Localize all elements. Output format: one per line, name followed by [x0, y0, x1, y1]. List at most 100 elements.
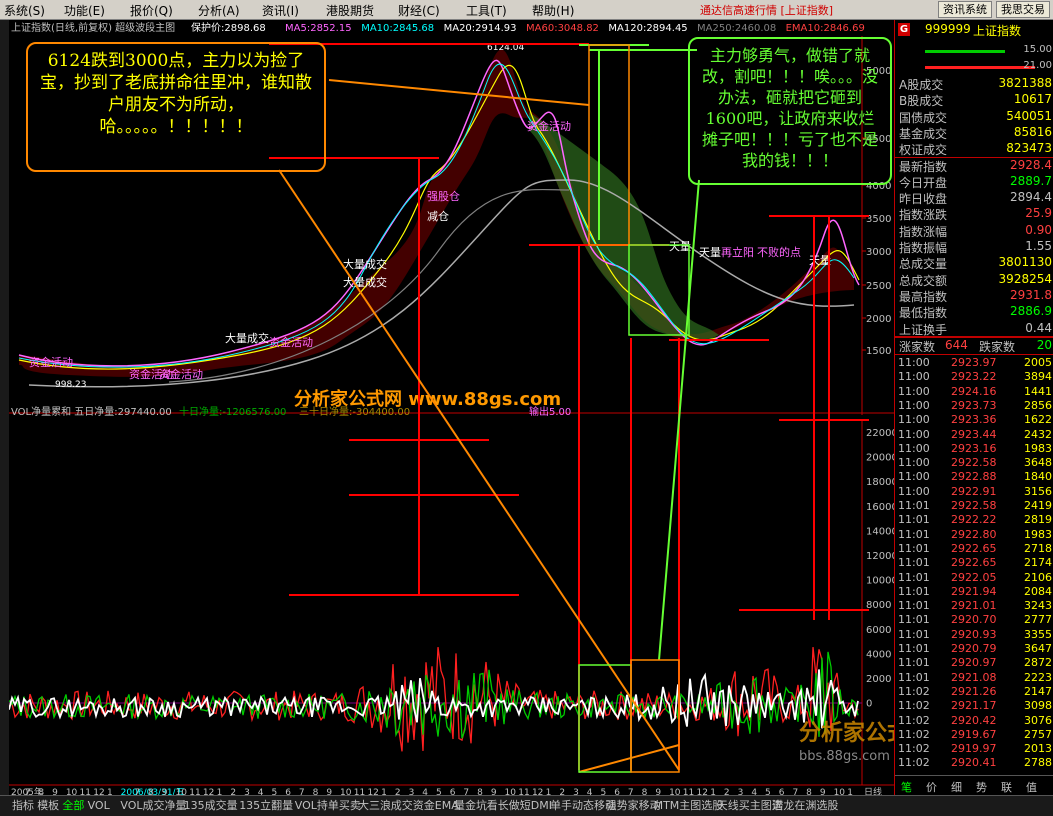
indicator-tab[interactable]: 潜龙在渊选股: [772, 798, 838, 813]
stat-row: B股成交 10617: [895, 92, 1053, 108]
stat-label: A股成交: [899, 78, 944, 92]
indicator-tab[interactable]: MTM主图选股: [654, 798, 724, 813]
tick-time: 11:01: [898, 656, 930, 670]
price-tick: 2000: [866, 314, 891, 325]
date-label: 7: [134, 788, 140, 795]
panel-tab[interactable]: 值: [1026, 779, 1037, 795]
indicator-tab[interactable]: 全部: [62, 798, 84, 813]
tick-volume: 3243: [1024, 599, 1052, 613]
panel-tab[interactable]: 价: [926, 779, 937, 795]
protect-price: 保护价:2898.68: [191, 21, 266, 34]
low-label: 998.23: [55, 380, 87, 390]
signal-label: 再立阳: [721, 245, 754, 259]
tick-volume: 1840: [1024, 470, 1052, 484]
stat-value: 85816: [1013, 124, 1052, 139]
volume-tick: 2000: [866, 674, 891, 685]
updown-row: 涨家数 644 跌家数 20: [895, 337, 1053, 355]
tick-price: 2920.97: [951, 656, 997, 670]
tick-price: 2922.91: [951, 484, 997, 498]
menu-finance[interactable]: 财经(C): [398, 2, 440, 19]
tick-volume: 2005: [1024, 356, 1052, 369]
date-label: 12: [93, 788, 104, 795]
ma-label: MA60:3048.82: [526, 23, 599, 34]
volume-tick: 10000: [866, 576, 894, 587]
tick-volume: 2147: [1024, 684, 1052, 698]
vol-title: VOL净量累和 五日净量:297440.00: [11, 405, 172, 418]
vol-sub-10: 十日净量:-1206576.00: [179, 405, 286, 418]
ma-label: MA10:2845.68: [361, 23, 434, 34]
menu-system[interactable]: 系统(S): [4, 2, 45, 19]
date-label: 10: [834, 788, 846, 795]
indicator-tab[interactable]: 强势家移动: [606, 798, 661, 813]
tick-volume: 3156: [1024, 484, 1052, 498]
tick-time: 11:02: [898, 699, 930, 713]
indicator-tab[interactable]: 成交资金EMA: [391, 798, 459, 813]
indicator-tab[interactable]: 指标: [12, 798, 34, 813]
ma-label: MA20:2914.93: [444, 23, 517, 34]
stat-value: 540051: [1006, 108, 1052, 123]
trade-button[interactable]: 我思交易: [996, 1, 1050, 18]
date-label: 4: [587, 788, 593, 795]
signal-label: 资金活动: [269, 335, 313, 349]
tick-price: 2924.16: [951, 384, 997, 398]
signal-label: 不败的点: [757, 245, 801, 259]
tick-volume: 3894: [1024, 370, 1052, 384]
tick-volume: 3355: [1024, 627, 1052, 641]
menu-function[interactable]: 功能(E): [64, 2, 105, 19]
indicator-tab[interactable]: 135立翻量: [239, 798, 293, 813]
panel-tab[interactable]: 笔: [901, 779, 912, 795]
menu-quote[interactable]: 报价(Q): [130, 2, 173, 19]
tick-time: 11:00: [898, 398, 930, 412]
stat-label: 昨日收盘: [899, 192, 948, 207]
stat-row: 指数振幅 1.55: [895, 239, 1053, 255]
indicator-tab[interactable]: 大三浪: [358, 798, 391, 813]
tick-volume: 2106: [1024, 570, 1052, 584]
indicator-tab[interactable]: VOL成交净量: [120, 798, 186, 813]
news-system-button[interactable]: 资讯系统: [938, 1, 992, 18]
menu-help[interactable]: 帮助(H): [532, 2, 574, 19]
indicator-tab[interactable]: VOL: [88, 798, 110, 813]
menu-analysis[interactable]: 分析(A): [198, 2, 240, 19]
tick-price: 2922.58: [951, 499, 997, 512]
stat-row: A股成交 3821388: [895, 76, 1053, 92]
index-name: 上证指数: [973, 24, 1022, 38]
date-label: 1: [107, 788, 113, 795]
volume-tick: 6000: [866, 625, 891, 636]
indicator-tab[interactable]: 模板: [37, 798, 59, 813]
tick-time: 11:01: [898, 570, 930, 584]
signal-label: 资金活动: [527, 119, 571, 133]
tick-time: 11:01: [898, 613, 930, 627]
date-label: 7: [463, 788, 469, 795]
tick-price: 2923.22: [951, 370, 997, 384]
menu-tools[interactable]: 工具(T): [466, 2, 507, 19]
indicator-tab[interactable]: 135成交量: [184, 798, 238, 813]
tick-volume: 3098: [1024, 699, 1052, 713]
signal-label: 大量成交: [225, 331, 269, 345]
tick-volume: 2223: [1024, 670, 1052, 684]
menu-hk-futures[interactable]: 港股期货: [326, 2, 374, 19]
tick-price: 2921.08: [951, 670, 997, 684]
signal-label: 天量: [809, 254, 831, 267]
period-label: 日线: [864, 786, 882, 795]
vol-sub-30: 三十日净量:-304400.00: [299, 405, 410, 418]
date-label: 10: [340, 788, 352, 795]
date-label: 6: [614, 788, 620, 795]
date-label: 12: [532, 788, 543, 795]
stat-row: 指数涨跌 25.9: [895, 206, 1053, 222]
index-code: 999999: [925, 22, 971, 36]
signal-label: 减仓: [427, 209, 449, 223]
menu-info[interactable]: 资讯(I): [262, 2, 299, 19]
panel-tab[interactable]: 联: [1001, 779, 1012, 795]
stat-label: 总成交额: [899, 273, 948, 288]
date-label: 9: [820, 788, 826, 795]
panel-tab[interactable]: 细: [951, 779, 962, 795]
tick-price: 2919.67: [951, 727, 997, 741]
date-label: 4: [751, 788, 757, 795]
indicator-tab[interactable]: 看长做短DMI: [487, 798, 552, 813]
date-label: 8: [38, 788, 44, 795]
price-tick: 1500: [866, 346, 891, 357]
tick-time: 11:00: [898, 441, 930, 455]
panel-tab[interactable]: 势: [976, 779, 987, 795]
indicator-tab[interactable]: 量金坑: [454, 798, 487, 813]
indicator-tab[interactable]: VOL持单买卖: [295, 798, 361, 813]
